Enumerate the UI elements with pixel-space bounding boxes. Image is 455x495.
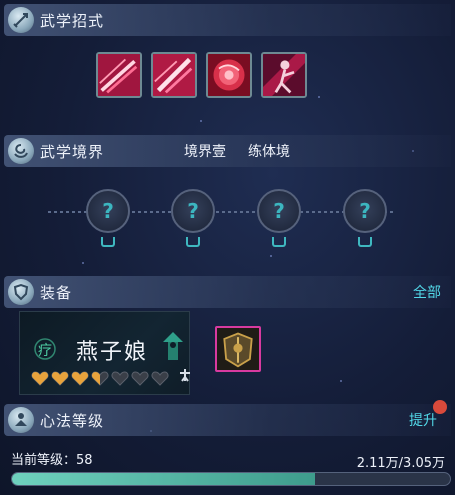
heart-icon — [131, 371, 149, 386]
view-all-link[interactable]: 全部 — [413, 282, 441, 302]
equipment-card[interactable]: 疗 燕子娘 — [19, 311, 190, 395]
realm-node-label: ? — [187, 199, 199, 223]
armor-item-icon — [217, 328, 259, 370]
upgrade-button[interactable]: 提升 — [409, 410, 437, 430]
lock-icon — [186, 237, 200, 247]
hooded-figure-icon — [163, 332, 183, 360]
experience-progress-fill — [12, 473, 315, 485]
lock-icon — [272, 237, 286, 247]
swirl-icon — [8, 138, 34, 164]
equip-title: 装备 — [40, 283, 73, 302]
heart-icon — [71, 371, 89, 386]
sword-icon — [8, 7, 34, 33]
figure-small-icon — [180, 369, 190, 382]
heart-icon — [51, 371, 69, 386]
skills-section-header: 武学招式 — [4, 4, 451, 36]
heart-icon — [111, 371, 129, 386]
realm-stage: 练体境 — [248, 144, 290, 160]
equipment-slot-item[interactable] — [215, 326, 261, 372]
realm-title: 武学境界 — [40, 142, 105, 161]
skills-row — [96, 52, 307, 98]
experience-progress-bar — [11, 472, 451, 486]
level-title: 心法等级 — [40, 411, 105, 430]
level-section-header: 心法等级 提升 — [4, 404, 451, 436]
equipment-name: 燕子娘 — [76, 340, 149, 365]
heart-rating — [31, 370, 169, 386]
current-level: 当前等级：58 — [11, 453, 93, 468]
realm-node-label: ? — [102, 199, 114, 223]
skills-title: 武学招式 — [40, 11, 105, 30]
realm-name: 境界壹 — [184, 144, 226, 160]
realm-node-3[interactable]: ? — [257, 189, 301, 233]
skill-slash-2-icon[interactable] — [151, 52, 197, 98]
skill-rose-icon[interactable] — [206, 52, 252, 98]
emblem-char: 疗 — [38, 343, 52, 359]
realm-node-2[interactable]: ? — [171, 189, 215, 233]
lock-icon — [101, 237, 115, 247]
realm-node-label: ? — [359, 199, 371, 223]
armor-icon — [8, 279, 34, 305]
meditation-icon — [8, 407, 34, 433]
skill-figure-icon[interactable] — [261, 52, 307, 98]
heart-icon — [31, 371, 49, 386]
experience-value: 2.11万/3.05万 — [356, 456, 445, 471]
equip-section-header: 装备 全部 — [4, 276, 451, 308]
realm-node-4[interactable]: ? — [343, 189, 387, 233]
realm-section-header: 武学境界 境界壹 练体境 — [4, 135, 451, 167]
notification-badge — [433, 400, 447, 414]
skill-slash-1-icon[interactable] — [96, 52, 142, 98]
heart-icon — [91, 371, 109, 386]
heart-icon — [151, 371, 169, 386]
lock-icon — [358, 237, 372, 247]
realm-node-1[interactable]: ? — [86, 189, 130, 233]
realm-node-label: ? — [273, 199, 285, 223]
